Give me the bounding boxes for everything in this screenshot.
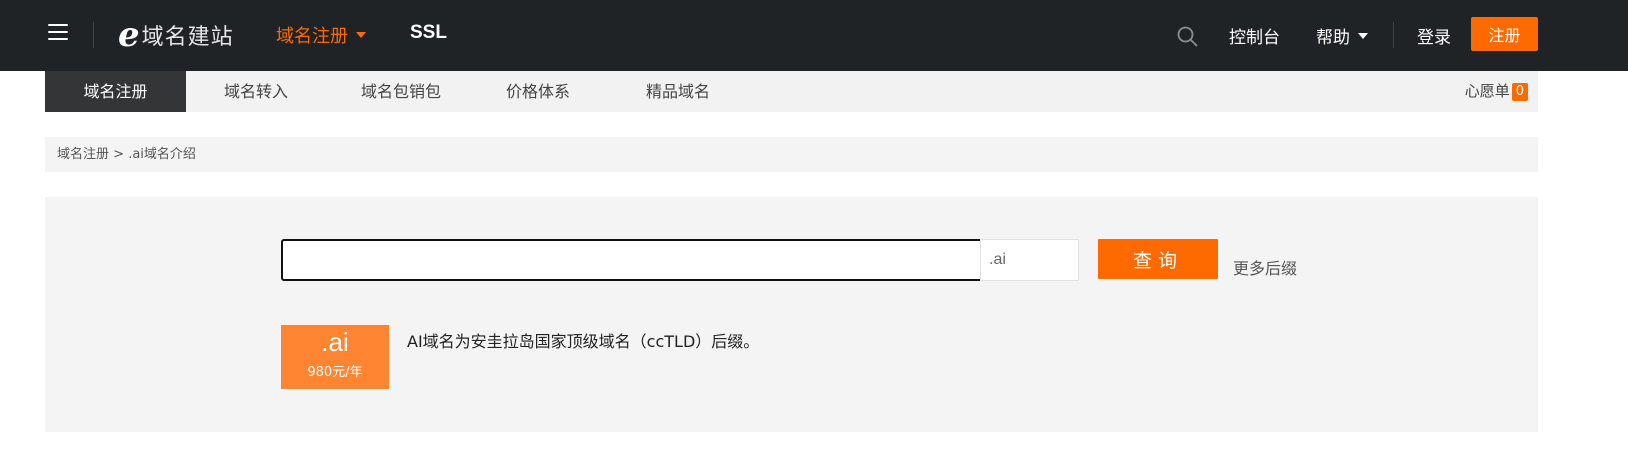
tld-card: .ai 980元/年 bbox=[281, 325, 389, 389]
divider bbox=[93, 22, 94, 48]
sub-navigation: 域名注册 域名转入 域名包销包 价格体系 精品域名 心愿单 0 bbox=[45, 71, 1538, 112]
help-menu[interactable]: 帮助 bbox=[1316, 23, 1368, 48]
breadcrumb-parent-link[interactable]: 域名注册 bbox=[57, 147, 109, 162]
breadcrumb-separator: > bbox=[109, 147, 129, 162]
nav-domain-registration[interactable]: 域名注册 bbox=[276, 22, 366, 48]
tld-price: 980元/年 bbox=[307, 365, 363, 380]
query-button[interactable]: 查询 bbox=[1098, 239, 1218, 279]
tab-pricing[interactable]: 价格体系 bbox=[476, 71, 600, 112]
wishlist-label: 心愿单 bbox=[1464, 82, 1510, 100]
nav-ssl[interactable]: SSL bbox=[410, 22, 447, 44]
login-link[interactable]: 登录 bbox=[1417, 23, 1451, 48]
caret-down-icon bbox=[356, 32, 366, 38]
console-link[interactable]: 控制台 bbox=[1229, 23, 1280, 48]
register-button[interactable]: 注册 bbox=[1471, 17, 1538, 51]
site-logo[interactable]: e 域名建站 bbox=[118, 18, 234, 52]
tab-premium-domains[interactable]: 精品域名 bbox=[600, 71, 756, 112]
wishlist-link[interactable]: 心愿单 0 bbox=[1465, 71, 1528, 112]
search-icon[interactable] bbox=[1176, 25, 1198, 47]
top-navbar: e 域名建站 域名注册 SSL 控制台 帮助 登录 注册 bbox=[0, 0, 1628, 71]
tab-domain-transfer[interactable]: 域名转入 bbox=[186, 71, 326, 112]
domain-search-panel: .ai 查询 更多后缀 .ai 980元/年 AI域名为安圭拉岛国家顶级域名（c… bbox=[45, 197, 1538, 432]
divider bbox=[1393, 22, 1394, 48]
tab-domain-registration[interactable]: 域名注册 bbox=[45, 71, 186, 112]
breadcrumb: 域名注册 > .ai域名介绍 bbox=[45, 137, 1538, 172]
tld-description: AI域名为安圭拉岛国家顶级域名（ccTLD）后缀。 bbox=[407, 332, 760, 351]
nav-domain-label: 域名注册 bbox=[276, 26, 348, 47]
breadcrumb-current: .ai域名介绍 bbox=[128, 147, 196, 162]
logo-e-icon: e bbox=[118, 15, 140, 55]
tld-name: .ai bbox=[321, 327, 349, 357]
suffix-display: .ai bbox=[980, 239, 1079, 281]
help-label: 帮助 bbox=[1316, 28, 1350, 48]
caret-down-icon bbox=[1358, 32, 1368, 39]
tab-domain-package[interactable]: 域名包销包 bbox=[326, 71, 476, 112]
wishlist-count-badge: 0 bbox=[1511, 82, 1528, 101]
hamburger-menu-icon[interactable] bbox=[48, 24, 68, 44]
logo-text: 域名建站 bbox=[141, 25, 234, 50]
domain-search-input[interactable] bbox=[281, 239, 991, 281]
more-suffixes-link[interactable]: 更多后缀 bbox=[1233, 255, 1297, 279]
